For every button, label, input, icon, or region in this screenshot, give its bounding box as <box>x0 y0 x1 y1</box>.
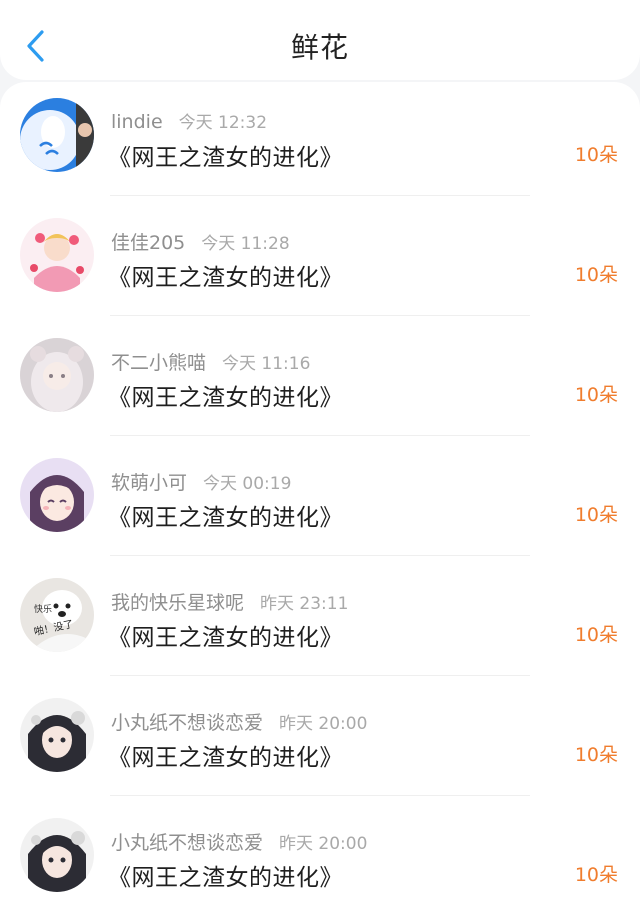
list-item[interactable]: 快乐 啪！没了 我的快乐星球呢 昨天 23:11 《网王之渣女的进化》 10朵 <box>0 562 640 682</box>
meta-line: 不二小熊喵 今天 11:16 <box>111 348 310 375</box>
meta-line: 佳佳205 今天 11:28 <box>111 228 290 255</box>
avatar[interactable] <box>20 98 94 172</box>
flower-count: 10朵 <box>574 504 618 526</box>
meta-line: 软萌小可 今天 00:19 <box>111 468 291 495</box>
flower-count: 10朵 <box>574 624 618 646</box>
list-item[interactable]: 佳佳205 今天 11:28 《网王之渣女的进化》 10朵 <box>0 202 640 322</box>
book-title: 《网王之渣女的进化》 <box>108 745 343 771</box>
meta-line: 小丸纸不想谈恋爱 昨天 20:00 <box>111 708 367 735</box>
timestamp: 昨天 20:00 <box>279 834 368 854</box>
timestamp: 昨天 20:00 <box>279 714 368 734</box>
flower-list: lindie 今天 12:32 《网王之渣女的进化》 10朵 佳佳205 今天 11… <box>0 82 640 913</box>
divider <box>110 435 530 436</box>
timestamp: 今天 00:19 <box>203 474 292 494</box>
page-title: 鲜花 <box>290 31 349 64</box>
avatar[interactable] <box>20 338 94 412</box>
divider <box>110 195 530 196</box>
book-title: 《网王之渣女的进化》 <box>108 505 343 531</box>
user-name: 软萌小可 <box>111 472 188 494</box>
user-name: 不二小熊喵 <box>111 352 207 374</box>
user-name: 小丸纸不想谈恋爱 <box>111 712 264 734</box>
avatar-caption-top: 快乐 <box>34 603 52 615</box>
timestamp: 今天 11:16 <box>222 354 311 374</box>
avatar[interactable] <box>20 218 94 292</box>
user-name: 小丸纸不想谈恋爱 <box>111 832 264 854</box>
list-item[interactable]: 小丸纸不想谈恋爱 昨天 20:00 《网王之渣女的进化》 10朵 <box>0 802 640 913</box>
list-item[interactable]: 软萌小可 今天 00:19 《网王之渣女的进化》 10朵 <box>0 442 640 562</box>
flower-count: 10朵 <box>574 744 618 766</box>
user-name: 佳佳205 <box>111 232 186 254</box>
list-item[interactable]: lindie 今天 12:32 《网王之渣女的进化》 10朵 <box>0 82 640 202</box>
list-item[interactable]: 不二小熊喵 今天 11:16 《网王之渣女的进化》 10朵 <box>0 322 640 442</box>
avatar[interactable] <box>20 458 94 532</box>
divider <box>110 795 530 796</box>
meta-line: 我的快乐星球呢 昨天 23:11 <box>111 588 348 615</box>
timestamp: 今天 11:28 <box>201 234 290 254</box>
book-title: 《网王之渣女的进化》 <box>108 625 343 651</box>
avatar[interactable] <box>20 698 94 772</box>
divider <box>110 315 530 316</box>
flower-count: 10朵 <box>574 384 618 406</box>
flower-count: 10朵 <box>574 864 618 886</box>
timestamp: 今天 12:32 <box>178 113 268 133</box>
flower-count: 10朵 <box>574 264 618 286</box>
book-title: 《网王之渣女的进化》 <box>108 385 343 411</box>
meta-line: 小丸纸不想谈恋爱 昨天 20:00 <box>111 828 367 855</box>
meta-line: lindie 今天 12:32 <box>111 108 267 133</box>
divider <box>110 675 530 676</box>
flower-count: 10朵 <box>574 144 618 166</box>
book-title: 《网王之渣女的进化》 <box>108 265 343 291</box>
book-title: 《网王之渣女的进化》 <box>108 145 343 171</box>
user-name: lindie <box>111 111 163 133</box>
divider <box>110 555 530 556</box>
user-name: 我的快乐星球呢 <box>111 592 245 614</box>
list-item[interactable]: 小丸纸不想谈恋爱 昨天 20:00 《网王之渣女的进化》 10朵 <box>0 682 640 802</box>
timestamp: 昨天 23:11 <box>260 594 349 614</box>
avatar[interactable]: 快乐 啪！没了 <box>20 578 94 652</box>
header-bar: 鲜花 <box>0 0 640 80</box>
avatar[interactable] <box>20 818 94 892</box>
book-title: 《网王之渣女的进化》 <box>108 865 343 891</box>
